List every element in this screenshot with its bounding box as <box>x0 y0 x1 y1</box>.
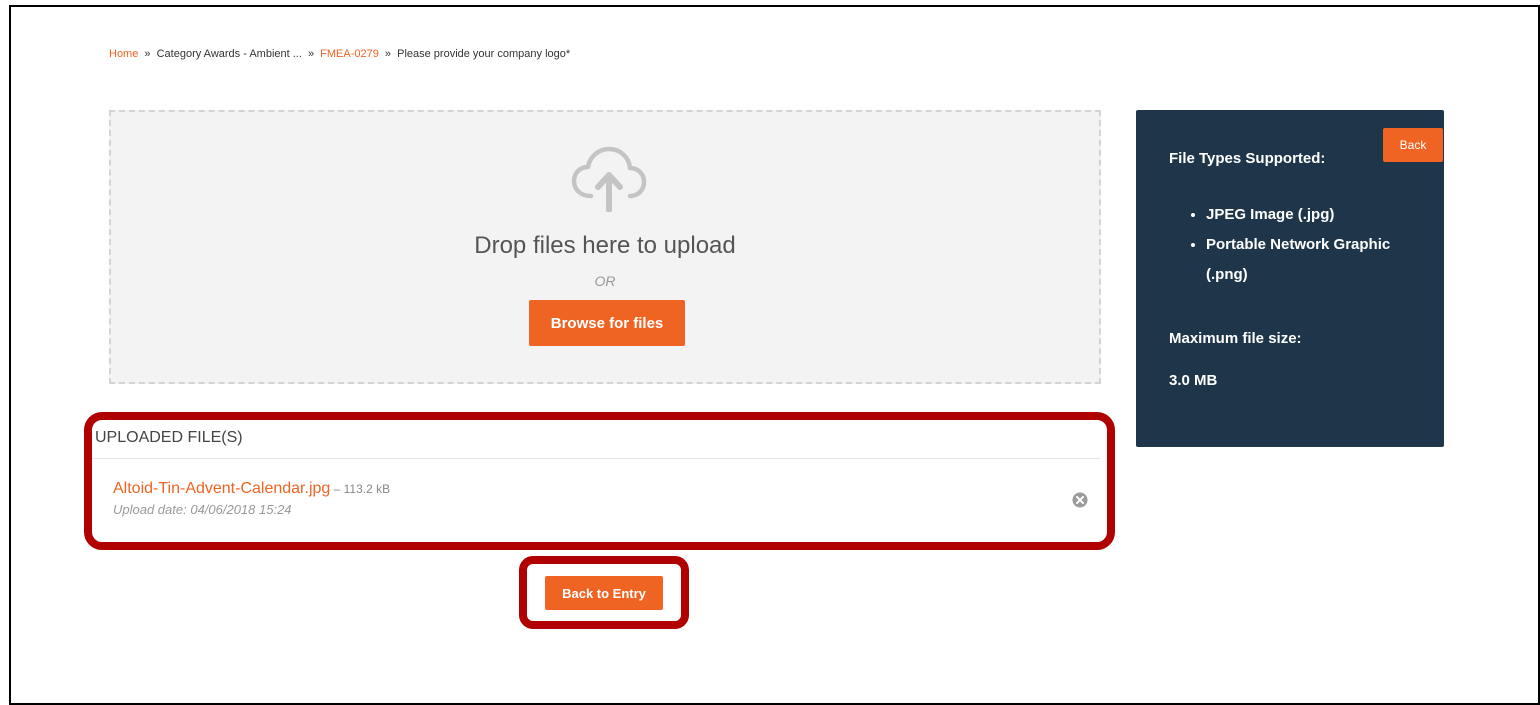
uploaded-files-panel: UPLOADED FILE(S) Altoid-Tin-Advent-Calen… <box>84 412 1115 550</box>
file-requirements-panel: Back File Types Supported: JPEG Image (.… <box>1136 110 1444 447</box>
breadcrumb-entry-link[interactable]: FMEA-0279 <box>320 48 379 60</box>
breadcrumb-separator: » <box>384 48 392 60</box>
breadcrumb-separator: » <box>144 48 151 60</box>
browse-files-button[interactable]: Browse for files <box>529 300 685 346</box>
back-to-entry-highlight: Back to Entry <box>519 556 689 629</box>
back-to-entry-button[interactable]: Back to Entry <box>545 576 663 610</box>
max-file-size-value: 3.0 MB <box>1169 372 1218 389</box>
breadcrumb: Home » Category Awards - Ambient ... » F… <box>109 48 570 60</box>
uploaded-file-name-link[interactable]: Altoid-Tin-Advent-Calendar.jpg <box>113 480 330 497</box>
breadcrumb-category: Category Awards - Ambient ... <box>156 48 302 60</box>
uploaded-files-title: UPLOADED FILE(S) <box>95 429 243 446</box>
or-text: OR <box>594 273 616 289</box>
uploaded-file-size: – 113.2 kB <box>330 482 391 496</box>
back-button[interactable]: Back <box>1383 128 1443 162</box>
file-type-item: Portable Network Graphic (.png) <box>1206 230 1406 290</box>
uploaded-file-row: Altoid-Tin-Advent-Calendar.jpg – 113.2 k… <box>113 480 1103 517</box>
remove-circle-icon[interactable] <box>1072 492 1088 508</box>
breadcrumb-home-link[interactable]: Home <box>109 48 138 60</box>
cloud-upload-icon <box>571 146 647 212</box>
breadcrumb-current: Please provide your company logo* <box>397 48 571 60</box>
file-type-item: JPEG Image (.jpg) <box>1206 200 1406 230</box>
upload-date: Upload date: 04/06/2018 15:24 <box>113 502 292 517</box>
breadcrumb-separator: » <box>307 48 315 60</box>
max-file-size-heading: Maximum file size: <box>1169 330 1302 347</box>
divider <box>92 458 1100 459</box>
file-types-list: JPEG Image (.jpg) Portable Network Graph… <box>1206 200 1406 290</box>
drop-files-text: Drop files here to upload <box>474 232 736 259</box>
file-types-heading: File Types Supported: <box>1169 150 1326 167</box>
file-dropzone[interactable]: Drop files here to upload OR Browse for … <box>109 110 1101 384</box>
